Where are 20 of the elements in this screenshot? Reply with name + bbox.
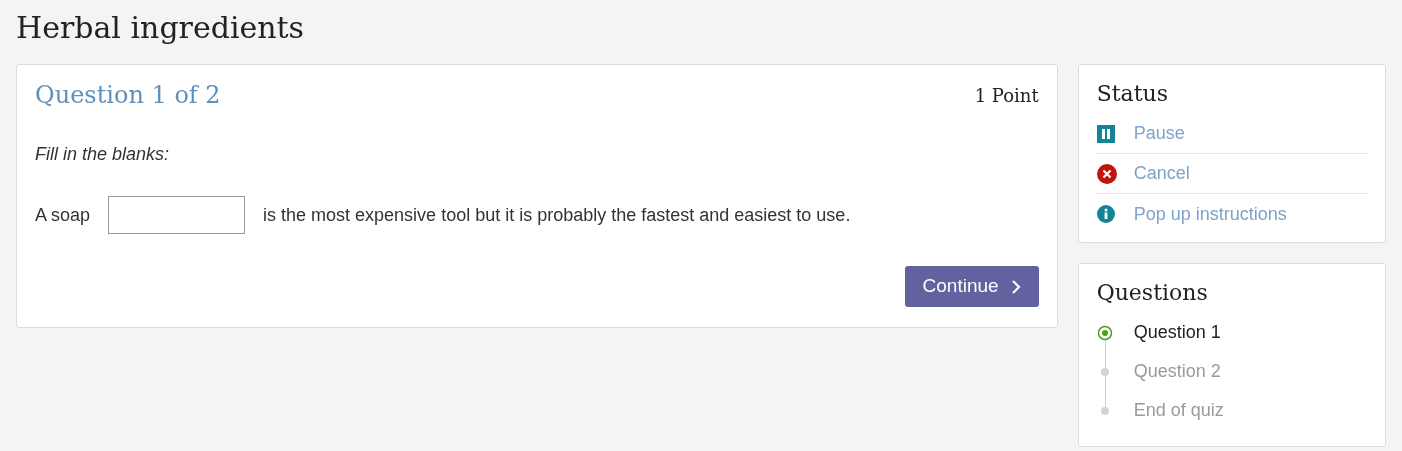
status-link[interactable]: Cancel (1133, 160, 1190, 187)
status-heading: Status (1096, 80, 1169, 108)
sentence-start: A soap (35, 203, 91, 227)
chevron-right-icon (1010, 278, 1021, 295)
pause-icon (1096, 124, 1115, 143)
info-icon (1096, 205, 1115, 223)
blank-field[interactable] (108, 196, 246, 234)
question-step[interactable]: Question 1 (1133, 319, 1221, 346)
questions-heading: Questions (1096, 279, 1209, 307)
sentence-end: is the most expensive tool but it is probably the fastest and easiest to use. (263, 203, 851, 227)
instruction-text: Fill in the blanks: (35, 143, 171, 166)
continue-button[interactable]: Continue (904, 266, 1039, 307)
status-link[interactable]: Pause (1133, 120, 1185, 147)
question-heading: Question 1 of 2 (35, 80, 221, 111)
question-step[interactable]: End of quiz (1133, 397, 1224, 424)
points-label: 1 Point (974, 83, 1039, 108)
question-step[interactable]: Question 2 (1133, 358, 1221, 385)
page-title: Herbal ingredients (16, 9, 306, 47)
close-icon (1096, 163, 1117, 184)
status-link[interactable]: Pop up instructions (1133, 200, 1287, 228)
